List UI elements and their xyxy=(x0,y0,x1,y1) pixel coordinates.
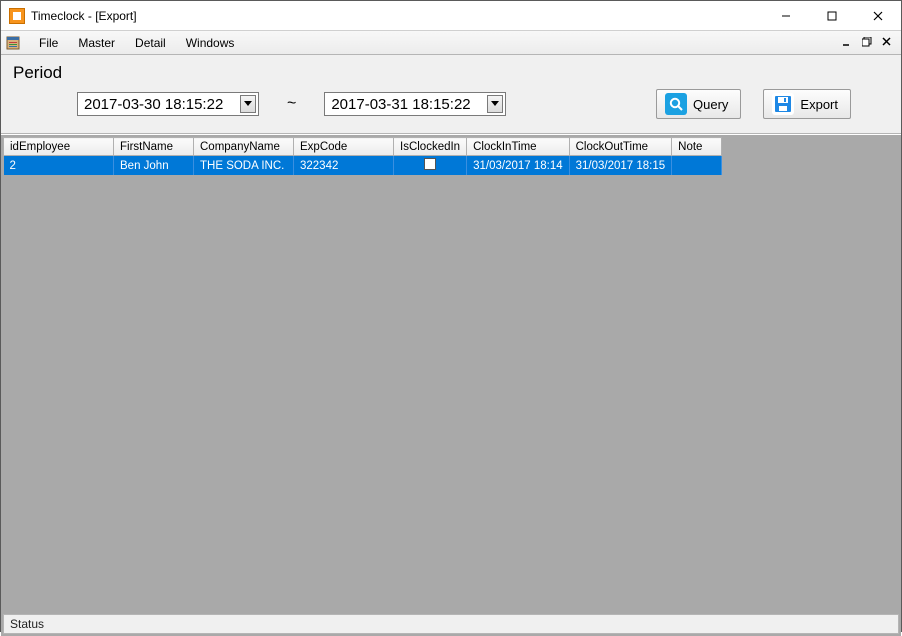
menubar: File Master Detail Windows xyxy=(1,31,901,55)
col-companyname[interactable]: CompanyName xyxy=(194,138,294,156)
menu-master[interactable]: Master xyxy=(68,33,125,53)
query-button[interactable]: Query xyxy=(656,89,741,119)
cell-idemployee[interactable]: 2 xyxy=(4,156,114,176)
col-clockouttime[interactable]: ClockOutTime xyxy=(569,138,672,156)
cell-clockouttime[interactable]: 31/03/2017 18:15 xyxy=(569,156,672,176)
cell-firstname[interactable]: Ben John xyxy=(114,156,194,176)
close-button[interactable] xyxy=(855,1,901,31)
col-clockintime[interactable]: ClockInTime xyxy=(467,138,570,156)
status-text: Status xyxy=(10,617,44,631)
titlebar: Timeclock - [Export] xyxy=(1,1,901,31)
mdi-minimize-button[interactable] xyxy=(839,34,855,50)
col-isclockedin[interactable]: IsClockedIn xyxy=(394,138,467,156)
form-icon xyxy=(5,35,21,51)
tilde-separator: ~ xyxy=(287,95,296,113)
menu-file[interactable]: File xyxy=(29,33,68,53)
export-button-label: Export xyxy=(800,97,838,112)
date-from-combo[interactable]: 2017-03-30 18:15:22 xyxy=(77,92,259,116)
date-from-value: 2017-03-30 18:15:22 xyxy=(84,96,240,113)
maximize-button[interactable] xyxy=(809,1,855,31)
toolbar-area: Period 2017-03-30 18:15:22 ~ 2017-03-31 … xyxy=(1,55,901,134)
data-grid[interactable]: idEmployee FirstName CompanyName ExpCode… xyxy=(3,137,722,175)
table-row[interactable]: 2 Ben John THE SODA INC. 322342 31/03/20… xyxy=(4,156,722,176)
query-button-label: Query xyxy=(693,97,728,112)
col-idemployee[interactable]: idEmployee xyxy=(4,138,114,156)
minimize-button[interactable] xyxy=(763,1,809,31)
menu-windows[interactable]: Windows xyxy=(176,33,245,53)
chevron-down-icon[interactable] xyxy=(487,95,503,113)
cell-companyname[interactable]: THE SODA INC. xyxy=(194,156,294,176)
mdi-close-button[interactable] xyxy=(879,34,895,50)
export-button[interactable]: Export xyxy=(763,89,851,119)
cell-clockintime[interactable]: 31/03/2017 18:14 xyxy=(467,156,570,176)
cell-expcode[interactable]: 322342 xyxy=(294,156,394,176)
checkbox-icon[interactable] xyxy=(424,158,436,170)
cell-isclockedin[interactable] xyxy=(394,156,467,176)
mdi-controls xyxy=(839,34,895,50)
window-title: Timeclock - [Export] xyxy=(31,9,137,23)
mdi-restore-button[interactable] xyxy=(859,34,875,50)
save-icon xyxy=(772,93,794,115)
col-note[interactable]: Note xyxy=(672,138,722,156)
status-bar: Status xyxy=(3,614,899,634)
grid-area: idEmployee FirstName CompanyName ExpCode… xyxy=(1,134,901,636)
menu-detail[interactable]: Detail xyxy=(125,33,176,53)
date-to-value: 2017-03-31 18:15:22 xyxy=(331,96,487,113)
search-icon xyxy=(665,93,687,115)
chevron-down-icon[interactable] xyxy=(240,95,256,113)
col-firstname[interactable]: FirstName xyxy=(114,138,194,156)
date-to-combo[interactable]: 2017-03-31 18:15:22 xyxy=(324,92,506,116)
period-label: Period xyxy=(13,63,891,83)
app-icon xyxy=(9,8,25,24)
cell-note[interactable] xyxy=(672,156,722,176)
col-expcode[interactable]: ExpCode xyxy=(294,138,394,156)
grid-header-row: idEmployee FirstName CompanyName ExpCode… xyxy=(4,138,722,156)
